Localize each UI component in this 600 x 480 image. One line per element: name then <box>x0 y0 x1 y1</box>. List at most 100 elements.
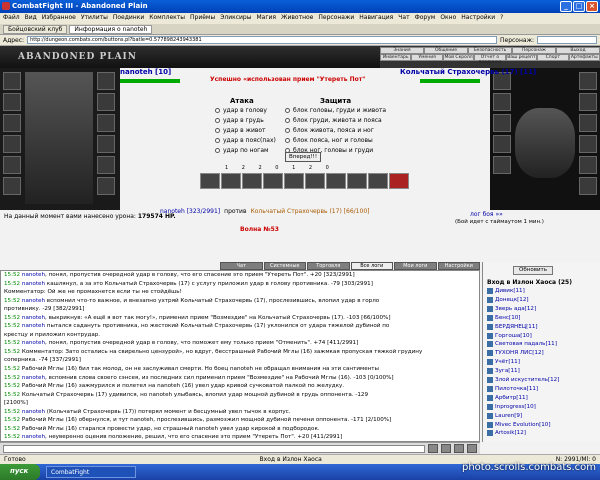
nav-button[interactable]: Инвентарь <box>380 54 412 61</box>
player-list-item[interactable]: Пилоточка[11] <box>487 385 538 392</box>
start-button[interactable]: пуск <box>0 464 40 480</box>
nav-button[interactable]: Знания <box>380 47 424 54</box>
equip-slot[interactable] <box>3 177 21 195</box>
player-nick[interactable]: ТУХОНЯ ЛИС[12] <box>495 350 544 356</box>
player-list-item[interactable]: Дивик[11] <box>487 288 525 294</box>
chat-nick[interactable]: nanoteh <box>22 272 45 278</box>
chat-tab[interactable]: Системные сообщения <box>263 262 306 276</box>
clear-icon[interactable] <box>454 444 464 453</box>
attack-option[interactable]: удар по ногам <box>215 147 269 154</box>
player-list-item[interactable]: Горгоша[10] <box>487 332 532 339</box>
menu-item[interactable]: Эликсиры <box>220 14 251 23</box>
nav-button[interactable]: Персонаж <box>512 47 556 54</box>
send-icon[interactable] <box>428 444 438 453</box>
taskbar-item[interactable]: CombatFight <box>46 466 136 478</box>
player-nick[interactable]: Горгоша[10] <box>495 333 532 339</box>
equip-slot[interactable] <box>97 177 115 195</box>
equip-slot[interactable] <box>97 114 115 132</box>
attack-option[interactable]: удар в живот <box>215 127 266 134</box>
chat-nick[interactable]: nanoteh <box>22 409 45 415</box>
skill-button[interactable] <box>242 173 262 189</box>
chat-nick[interactable]: nanoteh <box>22 323 45 329</box>
nav-button[interactable]: Ваш рецепт <box>505 54 538 61</box>
chat-nick[interactable]: nanoteh <box>22 315 45 321</box>
skill-button[interactable] <box>305 173 325 189</box>
player-list-item[interactable]: Mivec Evolution[10] <box>487 421 551 428</box>
chat-nick[interactable]: nanoteh <box>22 298 45 304</box>
opponent-name[interactable]: Кольчатый Страхочервь (17) [11] <box>400 68 536 76</box>
menu-item[interactable]: Избранное <box>42 14 76 23</box>
skill-button[interactable] <box>368 173 388 189</box>
equip-slot[interactable] <box>3 135 21 153</box>
player-nick[interactable]: Mivec Evolution[10] <box>495 422 551 428</box>
nav-button[interactable]: Мой Скролл <box>442 54 475 61</box>
menu-item[interactable]: Файл <box>3 14 20 23</box>
player-list-item[interactable]: Световая падаль[11] <box>487 341 557 348</box>
settings-icon[interactable] <box>467 444 477 453</box>
battle-log-link[interactable]: лог боя »» <box>470 211 503 218</box>
player-nick[interactable]: Пилоточка[11] <box>495 386 538 392</box>
radio-icon[interactable] <box>285 108 290 113</box>
refresh-button[interactable]: Обновить <box>513 266 553 275</box>
defend-option[interactable]: блок пояса, ног и головы <box>285 137 373 144</box>
player-nick[interactable]: Artosik[12] <box>495 430 526 436</box>
player-nick[interactable]: Арбитр[11] <box>495 395 528 401</box>
equip-slot[interactable] <box>97 93 115 111</box>
player-nick[interactable]: Зуга[11] <box>495 368 520 374</box>
attack-option[interactable]: удар в грудь <box>215 117 264 124</box>
radio-icon[interactable] <box>215 108 220 113</box>
attack-option[interactable]: удар в голову <box>215 107 267 114</box>
menu-item[interactable]: Окно <box>440 14 456 23</box>
player-nick[interactable]: Inprogress[10] <box>495 404 536 410</box>
player-list-item[interactable]: Artosik[12] <box>487 430 526 437</box>
player-list-item[interactable]: Арбитр[11] <box>487 394 528 401</box>
player-nick[interactable]: Донецк[12] <box>495 297 529 303</box>
player-nick[interactable]: Бенс[10] <box>495 315 521 321</box>
radio-icon[interactable] <box>285 128 290 133</box>
chat-tab[interactable]: Торговля <box>307 262 350 270</box>
nav-button[interactable]: Общение <box>424 47 468 54</box>
nav-button[interactable]: Артефакты <box>568 54 600 61</box>
player-nick[interactable]: Учёт[11] <box>495 359 520 365</box>
menu-item[interactable]: Животное <box>281 14 313 23</box>
equip-slot[interactable] <box>3 114 21 132</box>
chat-input[interactable] <box>3 444 425 453</box>
player-list-item[interactable]: Зуга[11] <box>487 368 520 375</box>
chat-tab[interactable]: Мои логи <box>394 262 437 270</box>
browser-tab[interactable]: Бойцовский клуб <box>3 25 68 34</box>
defend-option[interactable]: блок головы, груди и живота <box>285 107 386 114</box>
player-list-item[interactable]: Lauren[9] <box>487 412 522 419</box>
menu-item[interactable]: Приёмы <box>190 14 215 23</box>
defend-option[interactable]: блок груди, живота и пояса <box>285 117 382 124</box>
radio-icon[interactable] <box>215 148 220 153</box>
player-list-item[interactable]: Бенс[10] <box>487 314 521 321</box>
player-nick[interactable]: Злой искуститель[12] <box>495 377 559 383</box>
player-list-item[interactable]: Злой искуститель[12] <box>487 377 559 383</box>
versus-opponent[interactable]: Кольчатый Страхочервь (17) [66/100] <box>250 208 369 215</box>
menu-item[interactable]: Чат <box>398 14 409 23</box>
chat-nick[interactable]: nanoteh <box>22 281 45 287</box>
skill-button[interactable] <box>284 173 304 189</box>
player-list-item[interactable]: Учёт[11] <box>487 359 520 366</box>
player-list-item[interactable]: Донецк[12] <box>487 296 529 303</box>
menu-item[interactable]: Вид <box>25 14 37 23</box>
address-input[interactable]: http://dungeon.combats.com/buttons.pl?ba… <box>27 36 497 44</box>
skill-button[interactable] <box>221 173 241 189</box>
radio-icon[interactable] <box>215 138 220 143</box>
menu-item[interactable]: ? <box>500 14 503 23</box>
menu-item[interactable]: Комплекты <box>149 14 185 23</box>
skill-button[interactable] <box>326 173 346 189</box>
character-select[interactable] <box>537 36 597 44</box>
defend-option[interactable]: блок живота, пояса и ног <box>285 127 374 134</box>
player-name[interactable]: nanoteh [10] <box>120 68 171 76</box>
player-list-item[interactable]: Inprogress[10] <box>487 403 536 410</box>
equip-slot[interactable] <box>97 156 115 174</box>
equip-slot[interactable] <box>3 156 21 174</box>
maximize-button[interactable]: □ <box>573 1 585 12</box>
equip-slot[interactable] <box>97 135 115 153</box>
skill-button[interactable] <box>263 173 283 189</box>
player-list-item[interactable]: ТУХОНЯ ЛИС[12] <box>487 350 544 357</box>
player-nick[interactable]: Lauren[9] <box>495 413 522 419</box>
radio-icon[interactable] <box>285 138 290 143</box>
forward-button[interactable]: Вперед!!! <box>285 152 322 162</box>
